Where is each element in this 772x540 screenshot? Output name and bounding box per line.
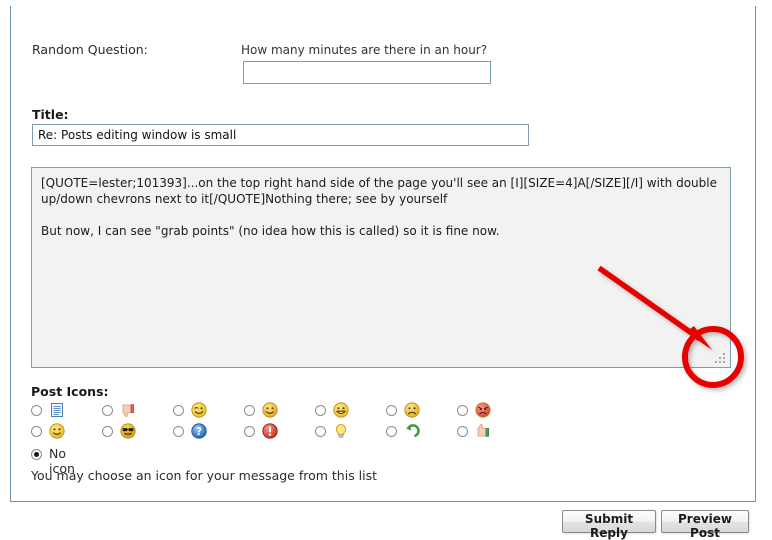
post-icon-option-lightbulb[interactable]	[315, 423, 377, 441]
post-icon-option-arrow-reply[interactable]	[386, 423, 448, 441]
post-icon-option-question[interactable]: ?	[173, 423, 235, 441]
document-icon[interactable]	[49, 402, 65, 418]
post-icon-radio[interactable]	[315, 405, 326, 416]
question-icon[interactable]: ?	[191, 423, 207, 439]
message-textarea[interactable]: [QUOTE=lester;101393]...on the top right…	[31, 167, 731, 368]
textarea-resize-grip[interactable]	[715, 352, 728, 365]
post-icon-radio[interactable]	[457, 405, 468, 416]
post-icon-radio[interactable]	[244, 405, 255, 416]
frown-smiley-icon[interactable]	[404, 402, 420, 418]
post-icon-radio[interactable]	[386, 405, 397, 416]
post-icon-option-wink-smiley[interactable]	[173, 402, 235, 420]
random-question-text: How many minutes are there in an hour?	[241, 43, 487, 57]
random-question-input[interactable]	[243, 61, 491, 84]
blush-smiley-icon[interactable]	[262, 402, 278, 418]
random-question-label: Random Question:	[32, 42, 148, 57]
post-icon-radio[interactable]	[31, 426, 42, 437]
post-icon-radio[interactable]	[457, 426, 468, 437]
form-footer: Submit Reply Preview Post	[0, 504, 772, 539]
form-content: Random Question: How many minutes are th…	[11, 31, 755, 501]
post-icon-radio[interactable]	[173, 405, 184, 416]
post-icon-option-grin-smiley[interactable]	[315, 402, 377, 420]
post-icon-radio[interactable]	[102, 405, 113, 416]
title-label: Title:	[32, 107, 69, 122]
lightbulb-icon[interactable]	[333, 423, 349, 439]
post-icon-radio[interactable]	[386, 426, 397, 437]
title-input[interactable]	[32, 124, 529, 146]
svg-text:?: ?	[196, 426, 202, 438]
post-icon-radio[interactable]	[315, 426, 326, 437]
post-icon-option-angry-smiley[interactable]	[457, 402, 519, 420]
post-icon-option-frown-smiley[interactable]	[386, 402, 448, 420]
post-icon-option-document[interactable]	[31, 402, 93, 420]
exclamation-icon[interactable]	[262, 423, 278, 439]
post-icon-option-exclamation[interactable]	[244, 423, 306, 441]
grin-smiley-icon[interactable]	[333, 402, 349, 418]
post-icons-label: Post Icons:	[31, 384, 109, 399]
post-icon-radio[interactable]	[102, 426, 113, 437]
post-icon-radio[interactable]	[31, 405, 42, 416]
post-icon-radio[interactable]	[244, 426, 255, 437]
post-icon-option-smile-smiley[interactable]	[31, 423, 93, 441]
post-icon-option-thumbs-up[interactable]	[457, 423, 519, 441]
post-icon-radio[interactable]	[173, 426, 184, 437]
post-icon-option-thumbs-down[interactable]	[102, 402, 164, 420]
wink-smiley-icon[interactable]	[191, 402, 207, 418]
post-icon-option-blush-smiley[interactable]	[244, 402, 306, 420]
submit-reply-button[interactable]: Submit Reply	[562, 510, 656, 533]
no-icon-radio[interactable]	[31, 449, 42, 460]
preview-post-button[interactable]: Preview Post	[661, 510, 749, 533]
post-icon-option-cool-smiley[interactable]	[102, 423, 164, 441]
message-textarea-wrapper: [QUOTE=lester;101393]...on the top right…	[31, 167, 731, 368]
arrow-reply-icon[interactable]	[404, 423, 420, 439]
thumbs-down-icon[interactable]	[120, 402, 136, 418]
smile-smiley-icon[interactable]	[49, 423, 65, 439]
angry-smiley-icon[interactable]	[475, 402, 491, 418]
post-icons-hint: You may choose an icon for your message …	[31, 468, 377, 483]
thumbs-up-icon[interactable]	[475, 423, 491, 439]
cool-smiley-icon[interactable]	[120, 423, 136, 439]
